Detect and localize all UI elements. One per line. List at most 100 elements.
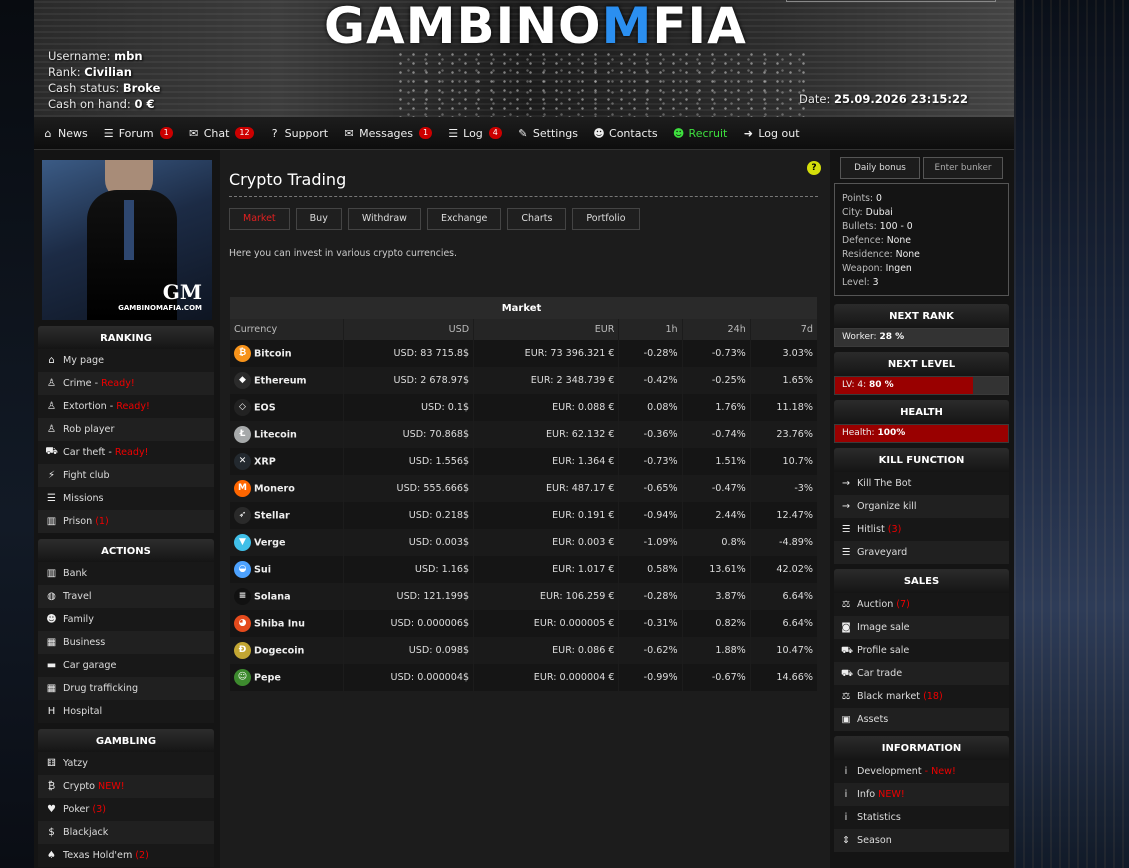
tab-portfolio[interactable]: Portfolio xyxy=(572,208,640,230)
column-header-1h[interactable]: 1h xyxy=(618,319,683,340)
menu-item-fight-club[interactable]: ⚡ Fight club xyxy=(38,464,214,487)
column-header-24h[interactable]: 24h xyxy=(682,319,751,340)
menu-item-texas-hold-em[interactable]: ♠ Texas Hold'em (2) xyxy=(38,844,214,867)
menu-item-graveyard[interactable]: ☰ Graveyard xyxy=(834,541,1009,564)
currency-cell[interactable]: Ł Litecoin xyxy=(230,421,344,448)
menu-item-black-market[interactable]: ⚖ Black market (18) xyxy=(834,685,1009,708)
menu-item-drug-trafficking[interactable]: ▦ Drug trafficking xyxy=(38,677,214,700)
currency-cell[interactable]: ₿ Bitcoin xyxy=(230,340,344,367)
currency-cell[interactable]: ◒ Sui xyxy=(230,556,344,583)
menu-item-kill-the-bot[interactable]: → Kill The Bot xyxy=(834,472,1009,495)
menu-item-image-sale[interactable]: ◙ Image sale xyxy=(834,616,1009,639)
currency-cell[interactable]: ◕ Shiba Inu xyxy=(230,610,344,637)
currency-cell[interactable]: ▼ Verge xyxy=(230,529,344,556)
nav-log[interactable]: ☰ Log 4 xyxy=(446,127,502,140)
menu-item-info[interactable]: i Info NEW! xyxy=(834,783,1009,806)
menu-item-extortion[interactable]: ♙ Extortion - Ready! xyxy=(38,395,214,418)
currency-cell[interactable]: ➶ Stellar xyxy=(230,502,344,529)
menu-list-sales: ⚖ Auction (7) ◙ Image sale ⛟ Profile sale ⛟ Car … xyxy=(834,593,1009,731)
menu-item-assets[interactable]: ▣ Assets xyxy=(834,708,1009,731)
rank: Civilian xyxy=(84,65,132,79)
column-header-usd[interactable]: USD xyxy=(343,319,475,340)
menu-item-label: Texas Hold'em xyxy=(63,850,133,861)
usd-price: USD: 0.000006$ xyxy=(343,610,475,637)
column-header-7d[interactable]: 7d xyxy=(750,319,819,340)
usd-price: USD: 83 715.8$ xyxy=(343,340,475,367)
stat-level: Level: 3 xyxy=(842,277,879,288)
currency-name: Monero xyxy=(254,483,295,495)
help-button[interactable]: ? xyxy=(807,161,821,175)
nav-log-out[interactable]: ➜ Log out xyxy=(741,127,800,140)
nav-support[interactable]: ? Support xyxy=(268,127,328,140)
menu-item-label: Development xyxy=(857,766,922,777)
menu-item-label: Profile sale xyxy=(857,645,910,656)
currency-cell[interactable]: ◆ Ethereum xyxy=(230,367,344,394)
bitcoin-icon: ₿ xyxy=(47,781,56,792)
menu-item-crime[interactable]: ♙ Crime - Ready! xyxy=(38,372,214,395)
change-7d: 23.76% xyxy=(750,421,819,448)
section-heading-information: INFORMATION xyxy=(834,736,1009,760)
envelope-icon: ✉ xyxy=(344,126,354,140)
menu-item-yatzy[interactable]: ⚅ Yatzy xyxy=(38,752,214,775)
nav-contacts[interactable]: ☻ Contacts xyxy=(592,127,657,140)
menu-item-family[interactable]: ☻ Family xyxy=(38,608,214,631)
currency-cell[interactable]: ☺ Pepe xyxy=(230,664,344,691)
menu-item-profile-sale[interactable]: ⛟ Profile sale xyxy=(834,639,1009,662)
nav-messages[interactable]: ✉ Messages 1 xyxy=(342,126,433,140)
avatar[interactable]: GM GAMBINOMAFIA.COM xyxy=(42,160,212,320)
menu-item-season[interactable]: ⇕ Season xyxy=(834,829,1009,852)
menu-item-car-garage[interactable]: ▬ Car garage xyxy=(38,654,214,677)
nav-forum[interactable]: ☰ Forum 1 xyxy=(102,127,173,140)
menu-item-auction[interactable]: ⚖ Auction (7) xyxy=(834,593,1009,616)
change-7d: -3% xyxy=(750,475,819,502)
change-1h: -0.36% xyxy=(618,421,683,448)
tab-withdraw[interactable]: Withdraw xyxy=(347,208,421,230)
menu-item-travel[interactable]: ◍ Travel xyxy=(38,585,214,608)
column-header-eur[interactable]: EUR xyxy=(473,319,620,340)
menu-item-organize-kill[interactable]: → Organize kill xyxy=(834,495,1009,518)
menu-item-development[interactable]: i Development - New! xyxy=(834,760,1009,783)
tab-exchange[interactable]: Exchange xyxy=(426,208,502,230)
bolt-icon: ⚡ xyxy=(47,470,56,481)
menu-item-bank[interactable]: ▥ Bank xyxy=(38,562,214,585)
tab-buy[interactable]: Buy xyxy=(295,208,342,230)
menu-item-count: (3) xyxy=(92,804,106,815)
currency-cell[interactable]: ✕ XRP xyxy=(230,448,344,475)
tab-market[interactable]: Market xyxy=(229,208,290,230)
eos-icon: ◇ xyxy=(234,399,251,416)
currency-cell[interactable]: M Monero xyxy=(230,475,344,502)
menu-item-hitlist[interactable]: ☰ Hitlist (3) xyxy=(834,518,1009,541)
menu-item-my-page[interactable]: ⌂ My page xyxy=(38,349,214,372)
globe-icon: ◍ xyxy=(47,591,56,602)
currency-cell[interactable]: Ð Dogecoin xyxy=(230,637,344,664)
nav-chat[interactable]: ✉ Chat 12 xyxy=(187,127,254,140)
menu-item-poker[interactable]: ♥ Poker (3) xyxy=(38,798,214,821)
currency-cell[interactable]: ◇ EOS xyxy=(230,394,344,421)
menu-item-hospital[interactable]: H Hospital xyxy=(38,700,214,723)
menu-item-label: Car theft xyxy=(63,447,106,458)
site-logo[interactable]: GAMBINOMFIA xyxy=(324,0,746,52)
menu-item-missions[interactable]: ☰ Missions xyxy=(38,487,214,510)
column-header-currency[interactable]: Currency xyxy=(230,319,344,340)
usd-price: USD: 2 678.97$ xyxy=(343,367,475,394)
nav-settings[interactable]: ✎ Settings xyxy=(516,127,578,140)
section-heading-gambling: GAMBLING xyxy=(38,729,214,752)
menu-item-car-trade[interactable]: ⛟ Car trade xyxy=(834,662,1009,685)
menu-item-car-theft[interactable]: ⛟ Car theft - Ready! xyxy=(38,441,214,464)
currency-cell[interactable]: ≡ Solana xyxy=(230,583,344,610)
menu-item-crypto[interactable]: ₿ Crypto NEW! xyxy=(38,775,214,798)
change-24h: 1.76% xyxy=(682,394,751,421)
menu-item-business[interactable]: ▦ Business xyxy=(38,631,214,654)
dogecoin-icon: Ð xyxy=(234,642,251,659)
menu-item-label: Auction xyxy=(857,599,894,610)
menu-item-prison[interactable]: ▥ Prison (1) xyxy=(38,510,214,533)
menu-item-rob-player[interactable]: ♙ Rob player xyxy=(38,418,214,441)
daily-bonus-button[interactable]: Daily bonus xyxy=(840,157,920,179)
tab-charts[interactable]: Charts xyxy=(507,208,567,230)
menu-item-statistics[interactable]: i Statistics xyxy=(834,806,1009,829)
nav-news[interactable]: ⌂ News xyxy=(41,127,88,140)
nav-recruit[interactable]: ☻ Recruit xyxy=(672,127,728,140)
enter-bunker-button[interactable]: Enter bunker xyxy=(923,157,1003,179)
menu-item-label: Fight club xyxy=(63,470,110,481)
menu-item-blackjack[interactable]: $ Blackjack xyxy=(38,821,214,844)
